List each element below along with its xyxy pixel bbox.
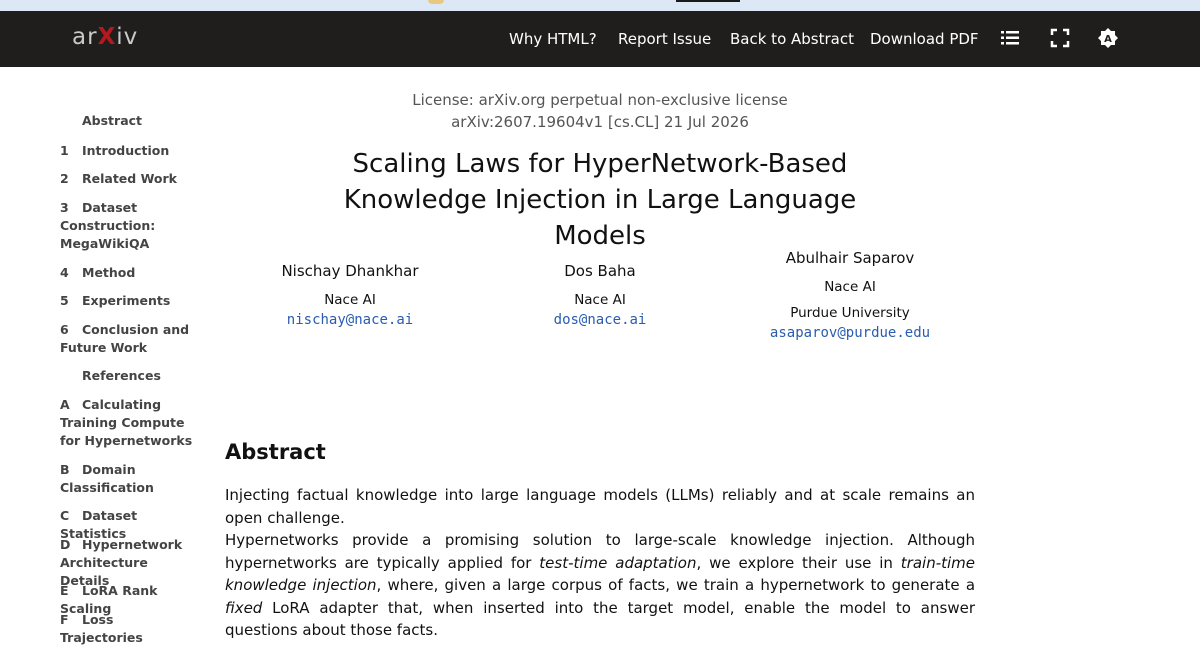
svg-text:A: A — [1104, 34, 1112, 45]
toc-item-appendix-f[interactable]: F Loss Trajectories — [60, 611, 200, 647]
toc-item-appendix-b[interactable]: B Domain Classification — [60, 461, 200, 497]
emoji-icon — [428, 0, 444, 4]
author-name: Nischay Dhankhar — [281, 262, 419, 280]
toc-item-introduction[interactable]: 1 Introduction — [60, 142, 200, 160]
author-affiliation: Nace AI — [324, 292, 376, 308]
abstract-paragraph-1: Injecting factual knowledge into large l… — [225, 486, 975, 527]
paper-title-line-1: Scaling Laws for HyperNetwork-Based — [352, 149, 848, 179]
browser-top-strip — [0, 0, 1200, 11]
abstract-heading: Abstract — [225, 440, 326, 464]
author-email[interactable]: nischay@nace.ai — [250, 312, 450, 328]
back-to-abstract-link[interactable]: Back to Abstract — [730, 30, 854, 48]
theme-icon[interactable]: A — [1097, 27, 1119, 49]
arxiv-logo[interactable]: arXiv — [72, 24, 138, 50]
toc-item-references[interactable]: References — [60, 367, 200, 385]
list-icon[interactable] — [999, 27, 1021, 49]
author-name: Abulhair Saparov — [785, 249, 915, 267]
toc-item-method[interactable]: 4 Method — [60, 264, 200, 282]
author-name: Dos Baha — [564, 262, 636, 280]
license-line: License: arXiv.org perpetual non-exclusi… — [412, 91, 788, 109]
toc-item-related-work[interactable]: 2 Related Work — [60, 170, 200, 188]
author-affiliation-2: Purdue University — [790, 305, 910, 321]
fullscreen-icon[interactable] — [1049, 27, 1071, 49]
toc-item-appendix-a[interactable]: A Calculating Training Compute for Hypern… — [60, 396, 200, 450]
arxiv-id-line: arXiv:2607.19604v1 [cs.CL] 21 Jul 2026 — [451, 113, 749, 131]
paper-title-line-2: Knowledge Injection in Large Language Mo… — [343, 185, 857, 251]
toc-item-dataset-construction[interactable]: 3 Dataset Construction: MegaWikiQA — [60, 199, 200, 253]
navbar: arXiv Why HTML? Report Issue Back to Abs… — [0, 11, 1200, 67]
abstract-paragraph-2: Hypernetworks provide a promising soluti… — [225, 531, 976, 639]
author-affiliation: Nace AI — [574, 292, 626, 308]
author-affiliation: Nace AI — [824, 279, 876, 295]
banner-link-underline — [676, 0, 740, 2]
why-html-link[interactable]: Why HTML? — [509, 30, 597, 48]
download-pdf-link[interactable]: Download PDF — [870, 30, 979, 48]
toc-item-experiments[interactable]: 5 Experiments — [60, 292, 200, 310]
author-email[interactable]: dos@nace.ai — [500, 312, 700, 328]
report-issue-link[interactable]: Report Issue — [618, 30, 711, 48]
toc-item-conclusion[interactable]: 6 Conclusion and Future Work — [60, 321, 200, 357]
author-email[interactable]: asaparov@purdue.edu — [740, 325, 960, 341]
